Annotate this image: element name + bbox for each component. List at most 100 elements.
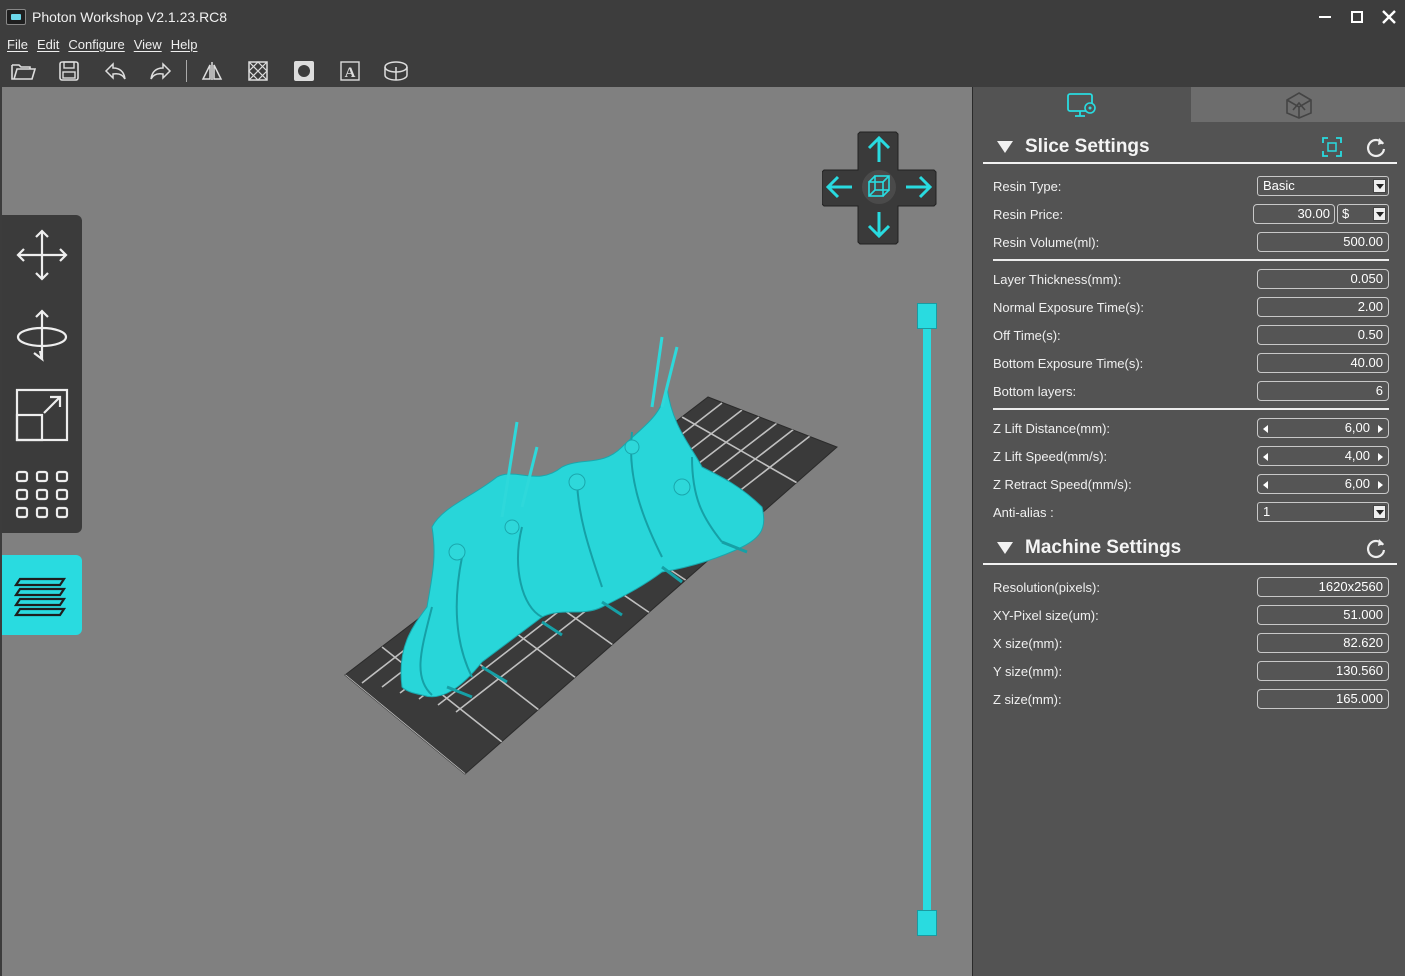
slice-icon xyxy=(384,61,408,81)
off-time-input[interactable]: 0.50 xyxy=(1257,325,1389,345)
increment-arrow-icon[interactable] xyxy=(1378,481,1383,489)
z-lift-speed-spinbox[interactable]: 4,00 xyxy=(1257,446,1389,466)
layer-thickness-label: Layer Thickness(mm): xyxy=(993,271,1122,287)
tab-model-info[interactable] xyxy=(1191,87,1405,122)
folder-open-icon xyxy=(11,64,36,80)
resin-price-label: Resin Price: xyxy=(993,206,1064,222)
z-size-input[interactable]: 165.000 xyxy=(1257,689,1389,709)
refresh-icon[interactable] xyxy=(1365,537,1387,559)
anti-alias-label: Anti-alias : xyxy=(993,504,1054,520)
resin-type-label: Resin Type: xyxy=(993,178,1062,194)
tab-slice-settings[interactable] xyxy=(973,87,1191,122)
redo-button[interactable] xyxy=(138,55,184,87)
minimize-button[interactable] xyxy=(1309,0,1341,33)
model-cube-icon xyxy=(1285,91,1312,119)
xy-pixel-input[interactable]: 51.000 xyxy=(1257,605,1389,625)
text-button[interactable]: A xyxy=(327,55,373,87)
monitor-settings-icon xyxy=(1067,92,1096,117)
window-controls xyxy=(1309,0,1405,33)
close-icon xyxy=(1382,9,1396,24)
menu-file[interactable]: File xyxy=(6,37,29,52)
svg-text:A: A xyxy=(345,65,356,81)
chevron-down-icon[interactable] xyxy=(1373,505,1386,519)
layers-tool[interactable] xyxy=(2,555,82,635)
text-icon: A xyxy=(340,61,360,81)
decrement-arrow-icon[interactable] xyxy=(1263,481,1268,489)
scale-icon xyxy=(15,388,69,442)
title-bar: Photon Workshop V2.1.23.RC8 xyxy=(0,0,1405,33)
z-lift-speed-row: Z Lift Speed(mm/s): 4,00 xyxy=(993,445,1389,467)
resin-type-value: Basic xyxy=(1263,178,1295,193)
x-size-label: X size(mm): xyxy=(993,635,1063,651)
rotate-tool[interactable] xyxy=(2,295,82,375)
machine-settings-header[interactable]: Machine Settings xyxy=(983,533,1397,565)
z-lift-distance-row: Z Lift Distance(mm): 6,00 xyxy=(993,417,1389,439)
collapse-triangle-icon[interactable] xyxy=(997,542,1013,554)
currency-select[interactable]: $ xyxy=(1337,204,1389,224)
open-file-button[interactable] xyxy=(0,55,46,87)
fit-screen-icon[interactable] xyxy=(1321,136,1343,158)
chevron-down-icon[interactable] xyxy=(1373,179,1386,193)
menu-edit[interactable]: Edit xyxy=(36,37,60,52)
layer-slider-bottom-handle[interactable] xyxy=(917,910,937,936)
slice-settings-title: Slice Settings xyxy=(1025,136,1150,157)
collapse-triangle-icon[interactable] xyxy=(997,141,1013,153)
slice-settings-header[interactable]: Slice Settings xyxy=(983,132,1397,164)
normal-exposure-input[interactable]: 2.00 xyxy=(1257,297,1389,317)
arrange-tool[interactable] xyxy=(2,455,82,535)
resin-price-input[interactable]: 30.00 xyxy=(1253,204,1335,224)
resolution-input[interactable]: 1620x2560 xyxy=(1257,577,1389,597)
chevron-down-icon[interactable] xyxy=(1373,207,1386,221)
layer-slider-track[interactable] xyxy=(923,307,931,929)
scale-tool[interactable] xyxy=(2,375,82,455)
layer-thickness-row: Layer Thickness(mm): 0.050 xyxy=(993,268,1389,290)
increment-arrow-icon[interactable] xyxy=(1378,453,1383,461)
rotate-icon xyxy=(16,309,68,362)
y-size-input[interactable]: 130.560 xyxy=(1257,661,1389,681)
menu-configure[interactable]: Configure xyxy=(67,37,125,52)
resin-type-select[interactable]: Basic xyxy=(1257,176,1389,196)
anti-alias-select[interactable]: 1 xyxy=(1257,502,1389,522)
move-tool[interactable] xyxy=(2,215,82,295)
bottom-exposure-input[interactable]: 40.00 xyxy=(1257,353,1389,373)
z-lift-speed-label: Z Lift Speed(mm/s): xyxy=(993,448,1108,464)
hollow-icon xyxy=(248,61,268,81)
increment-arrow-icon[interactable] xyxy=(1378,425,1383,433)
z-size-row: Z size(mm): 165.000 xyxy=(993,688,1389,710)
toolbar-separator xyxy=(186,60,187,82)
currency-value: $ xyxy=(1342,206,1350,221)
resin-volume-label: Resin Volume(ml): xyxy=(993,234,1100,250)
resin-volume-input[interactable]: 500.00 xyxy=(1257,232,1389,252)
panel-tabs xyxy=(973,87,1405,122)
layer-slider-top-handle[interactable] xyxy=(917,303,937,329)
z-lift-distance-spinbox[interactable]: 6,00 xyxy=(1257,418,1389,438)
z-retract-speed-label: Z Retract Speed(mm/s): xyxy=(993,476,1132,492)
xy-pixel-label: XY-Pixel size(um): xyxy=(993,607,1099,623)
slice-button[interactable] xyxy=(373,55,419,87)
bottom-layers-input[interactable]: 6 xyxy=(1257,381,1389,401)
decrement-arrow-icon[interactable] xyxy=(1263,425,1268,433)
y-size-row: Y size(mm): 130.560 xyxy=(993,660,1389,682)
off-time-row: Off Time(s): 0.50 xyxy=(993,324,1389,346)
x-size-input[interactable]: 82.620 xyxy=(1257,633,1389,653)
mirror-icon xyxy=(201,62,223,80)
3d-viewport[interactable] xyxy=(2,87,972,976)
menu-view[interactable]: View xyxy=(133,37,163,52)
resolution-row: Resolution(pixels): 1620x2560 xyxy=(993,576,1389,598)
punch-hole-button[interactable] xyxy=(281,55,327,87)
mirror-button[interactable] xyxy=(189,55,235,87)
save-button[interactable] xyxy=(46,55,92,87)
normal-exposure-label: Normal Exposure Time(s): xyxy=(993,299,1144,315)
hollow-button[interactable] xyxy=(235,55,281,87)
save-icon xyxy=(59,61,79,81)
undo-button[interactable] xyxy=(92,55,138,87)
maximize-button[interactable] xyxy=(1341,0,1373,33)
decrement-arrow-icon[interactable] xyxy=(1263,453,1268,461)
move-icon xyxy=(16,229,68,281)
menu-help[interactable]: Help xyxy=(170,37,199,52)
refresh-icon[interactable] xyxy=(1365,136,1387,158)
view-navigator[interactable] xyxy=(821,130,937,245)
layer-thickness-input[interactable]: 0.050 xyxy=(1257,269,1389,289)
close-button[interactable] xyxy=(1373,0,1405,33)
z-retract-speed-spinbox[interactable]: 6,00 xyxy=(1257,474,1389,494)
